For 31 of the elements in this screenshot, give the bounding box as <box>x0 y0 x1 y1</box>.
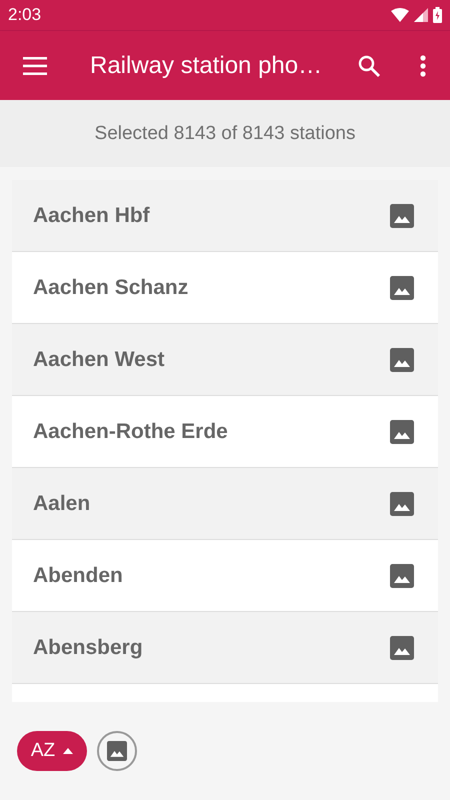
station-name: Aachen West <box>33 348 164 372</box>
photo-icon <box>107 741 127 761</box>
app-title: Railway station pho… <box>90 52 324 80</box>
photo-icon[interactable] <box>390 348 414 372</box>
battery-icon <box>433 7 442 23</box>
summary-text: Selected 8143 of 8143 stations <box>94 122 356 144</box>
photo-icon[interactable] <box>390 492 414 516</box>
station-row[interactable]: Abensberg <box>12 612 438 684</box>
station-name: Aachen-Rothe Erde <box>33 420 228 444</box>
photo-icon[interactable] <box>390 564 414 588</box>
station-name: Aachen Hbf <box>33 204 150 228</box>
signal-icon <box>414 8 428 22</box>
photo-icon[interactable] <box>390 420 414 444</box>
station-row[interactable]: Aalen <box>12 468 438 540</box>
menu-icon[interactable] <box>23 56 47 74</box>
sort-chip[interactable]: AZ <box>17 731 87 771</box>
wifi-icon <box>391 8 409 22</box>
search-icon[interactable] <box>358 54 380 76</box>
station-name: Aalen <box>33 492 90 516</box>
station-row[interactable]: Aachen Hbf <box>12 180 438 252</box>
caret-icon <box>63 748 74 754</box>
more-icon[interactable] <box>420 54 426 76</box>
photo-icon[interactable] <box>390 276 414 300</box>
station-name: Aachen Schanz <box>33 276 188 300</box>
photo-filter-chip[interactable] <box>97 731 137 771</box>
station-row[interactable]: Aachen West <box>12 324 438 396</box>
photo-icon[interactable] <box>390 204 414 228</box>
status-time: 2:03 <box>8 5 42 25</box>
photo-icon[interactable] <box>390 636 414 660</box>
station-name: Abensberg <box>33 636 143 660</box>
station-name: Abenden <box>33 564 123 588</box>
